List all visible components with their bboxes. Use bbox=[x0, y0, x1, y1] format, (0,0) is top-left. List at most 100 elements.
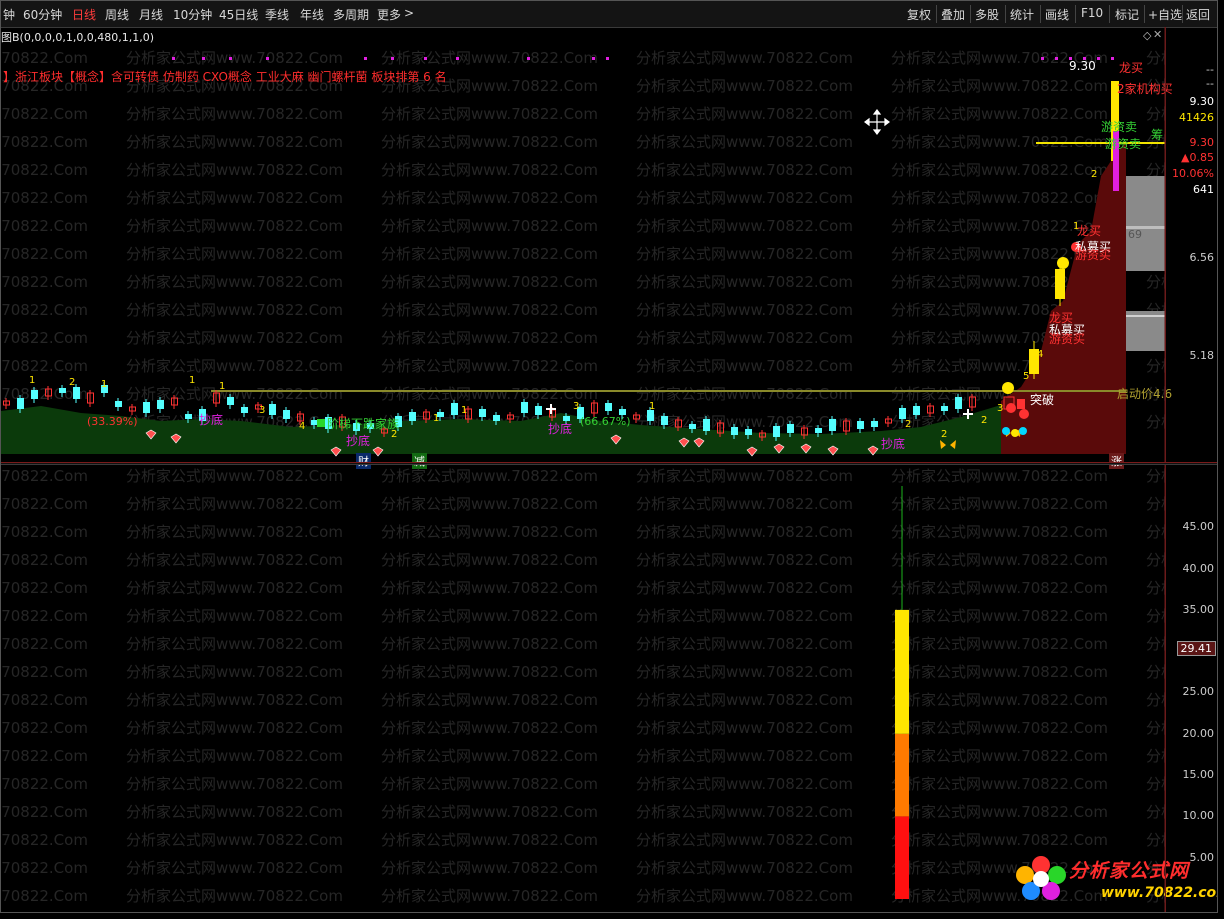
indicator-chart[interactable]: 分析家公式网www.70822.Com 分析家公式网www.70822.Com 分析… bbox=[1, 465, 1165, 912]
count-digit: 5 bbox=[1023, 371, 1029, 382]
gray-box-top bbox=[1126, 176, 1165, 271]
chaodi-label-4: 抄底 bbox=[881, 437, 906, 451]
f10-button[interactable]: F10 bbox=[1081, 6, 1103, 20]
watermark-text: 分析家公式网www.70822.Com bbox=[1146, 523, 1165, 541]
count-digit: 1 bbox=[461, 405, 467, 416]
watermark-text: 分析家公式网www.70822.Com bbox=[891, 189, 1108, 207]
adjust-button[interactable]: 复权 bbox=[907, 6, 931, 23]
indicator-axis: 45.00 40.00 35.00 29.41 25.00 20.00 15.0… bbox=[1165, 465, 1217, 912]
overlay-button[interactable]: 叠加 bbox=[941, 6, 965, 23]
watermark-text: 分析家公式网www.70822.Com bbox=[636, 523, 853, 541]
watermark-text: 分析家公式网www.70822.Com bbox=[1, 245, 88, 263]
volume-value: 41426 bbox=[1179, 111, 1214, 124]
watermark-text: 分析家公式网www.70822.Com bbox=[126, 803, 343, 821]
percent-mid: (66.67%) bbox=[580, 415, 631, 428]
watermark-text: 分析家公式网www.70822.Com bbox=[891, 803, 1108, 821]
watermark-text: 分析家公式网www.70822.Com bbox=[381, 161, 598, 179]
current-value-tag: 29.41 bbox=[1176, 641, 1216, 656]
period-minute[interactable]: 钟 bbox=[3, 6, 15, 23]
watermark-text: 分析家公式网www.70822.Com bbox=[636, 189, 853, 207]
candle-body bbox=[661, 416, 668, 425]
watermark-text: 分析家公式网www.70822.Com bbox=[636, 831, 853, 849]
watermark-text: 分析家公式网www.70822.Com bbox=[891, 495, 1108, 513]
watermark-text: 分析家公式网www.70822.Com bbox=[1, 523, 88, 541]
period-toolbar: 钟 60分钟 日线 周线 月线 10分钟 45日线 季线 年线 多周期 更多 >… bbox=[1, 1, 1217, 28]
watermark-text: 分析家公式网www.70822.Com bbox=[1, 551, 88, 569]
watermark-text: 分析家公式网www.70822.Com bbox=[891, 467, 1108, 485]
count-digit: 1 bbox=[101, 379, 107, 390]
watermark-bottom: 分析家公式网www.70822.Com 分析家公式网www.70822.Com 分析… bbox=[1, 467, 1165, 905]
count-digit: 1 bbox=[649, 401, 655, 412]
candle-body bbox=[745, 429, 752, 435]
trade-count: 641 bbox=[1193, 183, 1214, 196]
watermark-text: 分析家公式网www.70822.Com bbox=[1146, 747, 1165, 765]
draw-line-button[interactable]: 画线 bbox=[1045, 6, 1069, 23]
concept-tags: 】浙江板块【概念】含可转债 仿制药 CXO概念 工业大麻 幽门螺杆菌 板块排第 … bbox=[3, 70, 447, 84]
indicator-segment bbox=[895, 733, 909, 817]
back-button[interactable]: 返回 bbox=[1186, 6, 1210, 23]
watermark-text: 分析家公式网www.70822.Com bbox=[126, 189, 343, 207]
close-icon[interactable]: ✕ bbox=[1153, 28, 1162, 41]
watermark-text: 分析家公式网www.70822.Com bbox=[381, 495, 598, 513]
tick-20: 20.00 bbox=[1182, 727, 1215, 740]
indicator-segment bbox=[895, 816, 909, 899]
toolbar-divider bbox=[1144, 5, 1145, 23]
watermark-text: 分析家公式网www.70822.Com bbox=[891, 775, 1108, 793]
watermark-text: 分析家公式网www.70822.Com bbox=[891, 747, 1108, 765]
chaodi-label-3: 抄底 bbox=[548, 422, 573, 436]
watermark-text: 分析家公式网www.70822.Com bbox=[381, 719, 598, 737]
watermark-text: 分析家公式网www.70822.Com bbox=[1, 635, 88, 653]
watermark-text: 分析家公式网www.70822.Com bbox=[636, 579, 853, 597]
count-digit: 3 bbox=[573, 401, 579, 412]
watermark-text: 分析家公式网www.70822.Com bbox=[1146, 49, 1165, 67]
last-price: 9.30 bbox=[1189, 95, 1215, 108]
watermark-text: 分析家公式网www.70822.Com bbox=[126, 579, 343, 597]
candle-body bbox=[773, 426, 780, 437]
watermark-text: 分析家公式网www.70822.Com bbox=[1146, 607, 1165, 625]
watermark-text: 分析家公式网www.70822.Com bbox=[381, 747, 598, 765]
period-monthly[interactable]: 月线 bbox=[139, 6, 163, 23]
period-yearly[interactable]: 年线 bbox=[300, 6, 324, 23]
period-quarterly[interactable]: 季线 bbox=[265, 6, 289, 23]
period-daily[interactable]: 日线 bbox=[72, 6, 96, 23]
watermark-text: 分析家公式网www.70822.Com bbox=[381, 189, 598, 207]
period-weekly[interactable]: 周线 bbox=[105, 6, 129, 23]
price-change: ▲0.85 bbox=[1181, 151, 1214, 164]
watermark-text: 分析家公式网www.70822.Com bbox=[381, 49, 598, 67]
watermark-text: 分析家公式网www.70822.Com bbox=[381, 217, 598, 235]
period-45day[interactable]: 45日线 bbox=[219, 6, 258, 23]
crosshair-cursor-icon bbox=[864, 109, 890, 135]
candle-body bbox=[815, 428, 822, 433]
add-watchlist-button[interactable]: +自选 bbox=[1148, 6, 1182, 23]
watermark-text: 分析家公式网www.70822.Com bbox=[636, 49, 853, 67]
watermark-text: 分析家公式网www.70822.Com bbox=[636, 635, 853, 653]
watermark-text: 分析家公式网www.70822.Com bbox=[891, 579, 1108, 597]
period-more[interactable]: 更多 bbox=[377, 6, 401, 23]
gray-box-line2 bbox=[1126, 315, 1165, 317]
price-change-pct: 10.06% bbox=[1172, 167, 1214, 180]
watermark-text: 分析家公式网www.70822.Com bbox=[381, 551, 598, 569]
more-arrow-icon[interactable]: > bbox=[404, 6, 414, 20]
watermark-text: 分析家公式网www.70822.Com bbox=[126, 495, 343, 513]
main-kline-chart[interactable]: 分析家公式网www.70822.Com 分析家公式网www.70822.Com 分析… bbox=[1, 27, 1173, 469]
stats-button[interactable]: 统计 bbox=[1010, 6, 1034, 23]
mark-button[interactable]: 标记 bbox=[1115, 6, 1139, 23]
watermark-text: 分析家公式网www.70822.Com bbox=[1, 467, 88, 485]
youzi-buy-annot-2: 游资买 bbox=[1049, 332, 1086, 346]
watermark-text: 分析家公式网www.70822.Com bbox=[126, 301, 343, 319]
watermark-text: 分析家公式网www.70822.Com bbox=[381, 635, 598, 653]
axis-dash-2: -- bbox=[1206, 77, 1214, 90]
chaodi-label-2: 抄底 bbox=[346, 434, 371, 448]
diamond-icon[interactable]: ◇ bbox=[1143, 29, 1151, 42]
start-price-label: 启动价4.6 bbox=[1117, 387, 1173, 401]
candle-body bbox=[941, 406, 948, 411]
multi-stock-button[interactable]: 多股 bbox=[975, 6, 999, 23]
gray-box-num: 69 bbox=[1128, 228, 1142, 241]
period-multi[interactable]: 多周期 bbox=[333, 6, 369, 23]
count-digit: 2 bbox=[69, 377, 75, 388]
period-60min[interactable]: 60分钟 bbox=[23, 6, 62, 23]
period-10min[interactable]: 10分钟 bbox=[173, 6, 212, 23]
watermark-text: 分析家公式网www.70822.Com bbox=[381, 133, 598, 151]
watermark-text: 分析家公式网www.70822.Com bbox=[636, 719, 853, 737]
watermark: 分析家公式网www.70822.Com 分析家公式网www.70822.Com 分析… bbox=[1, 49, 1165, 431]
